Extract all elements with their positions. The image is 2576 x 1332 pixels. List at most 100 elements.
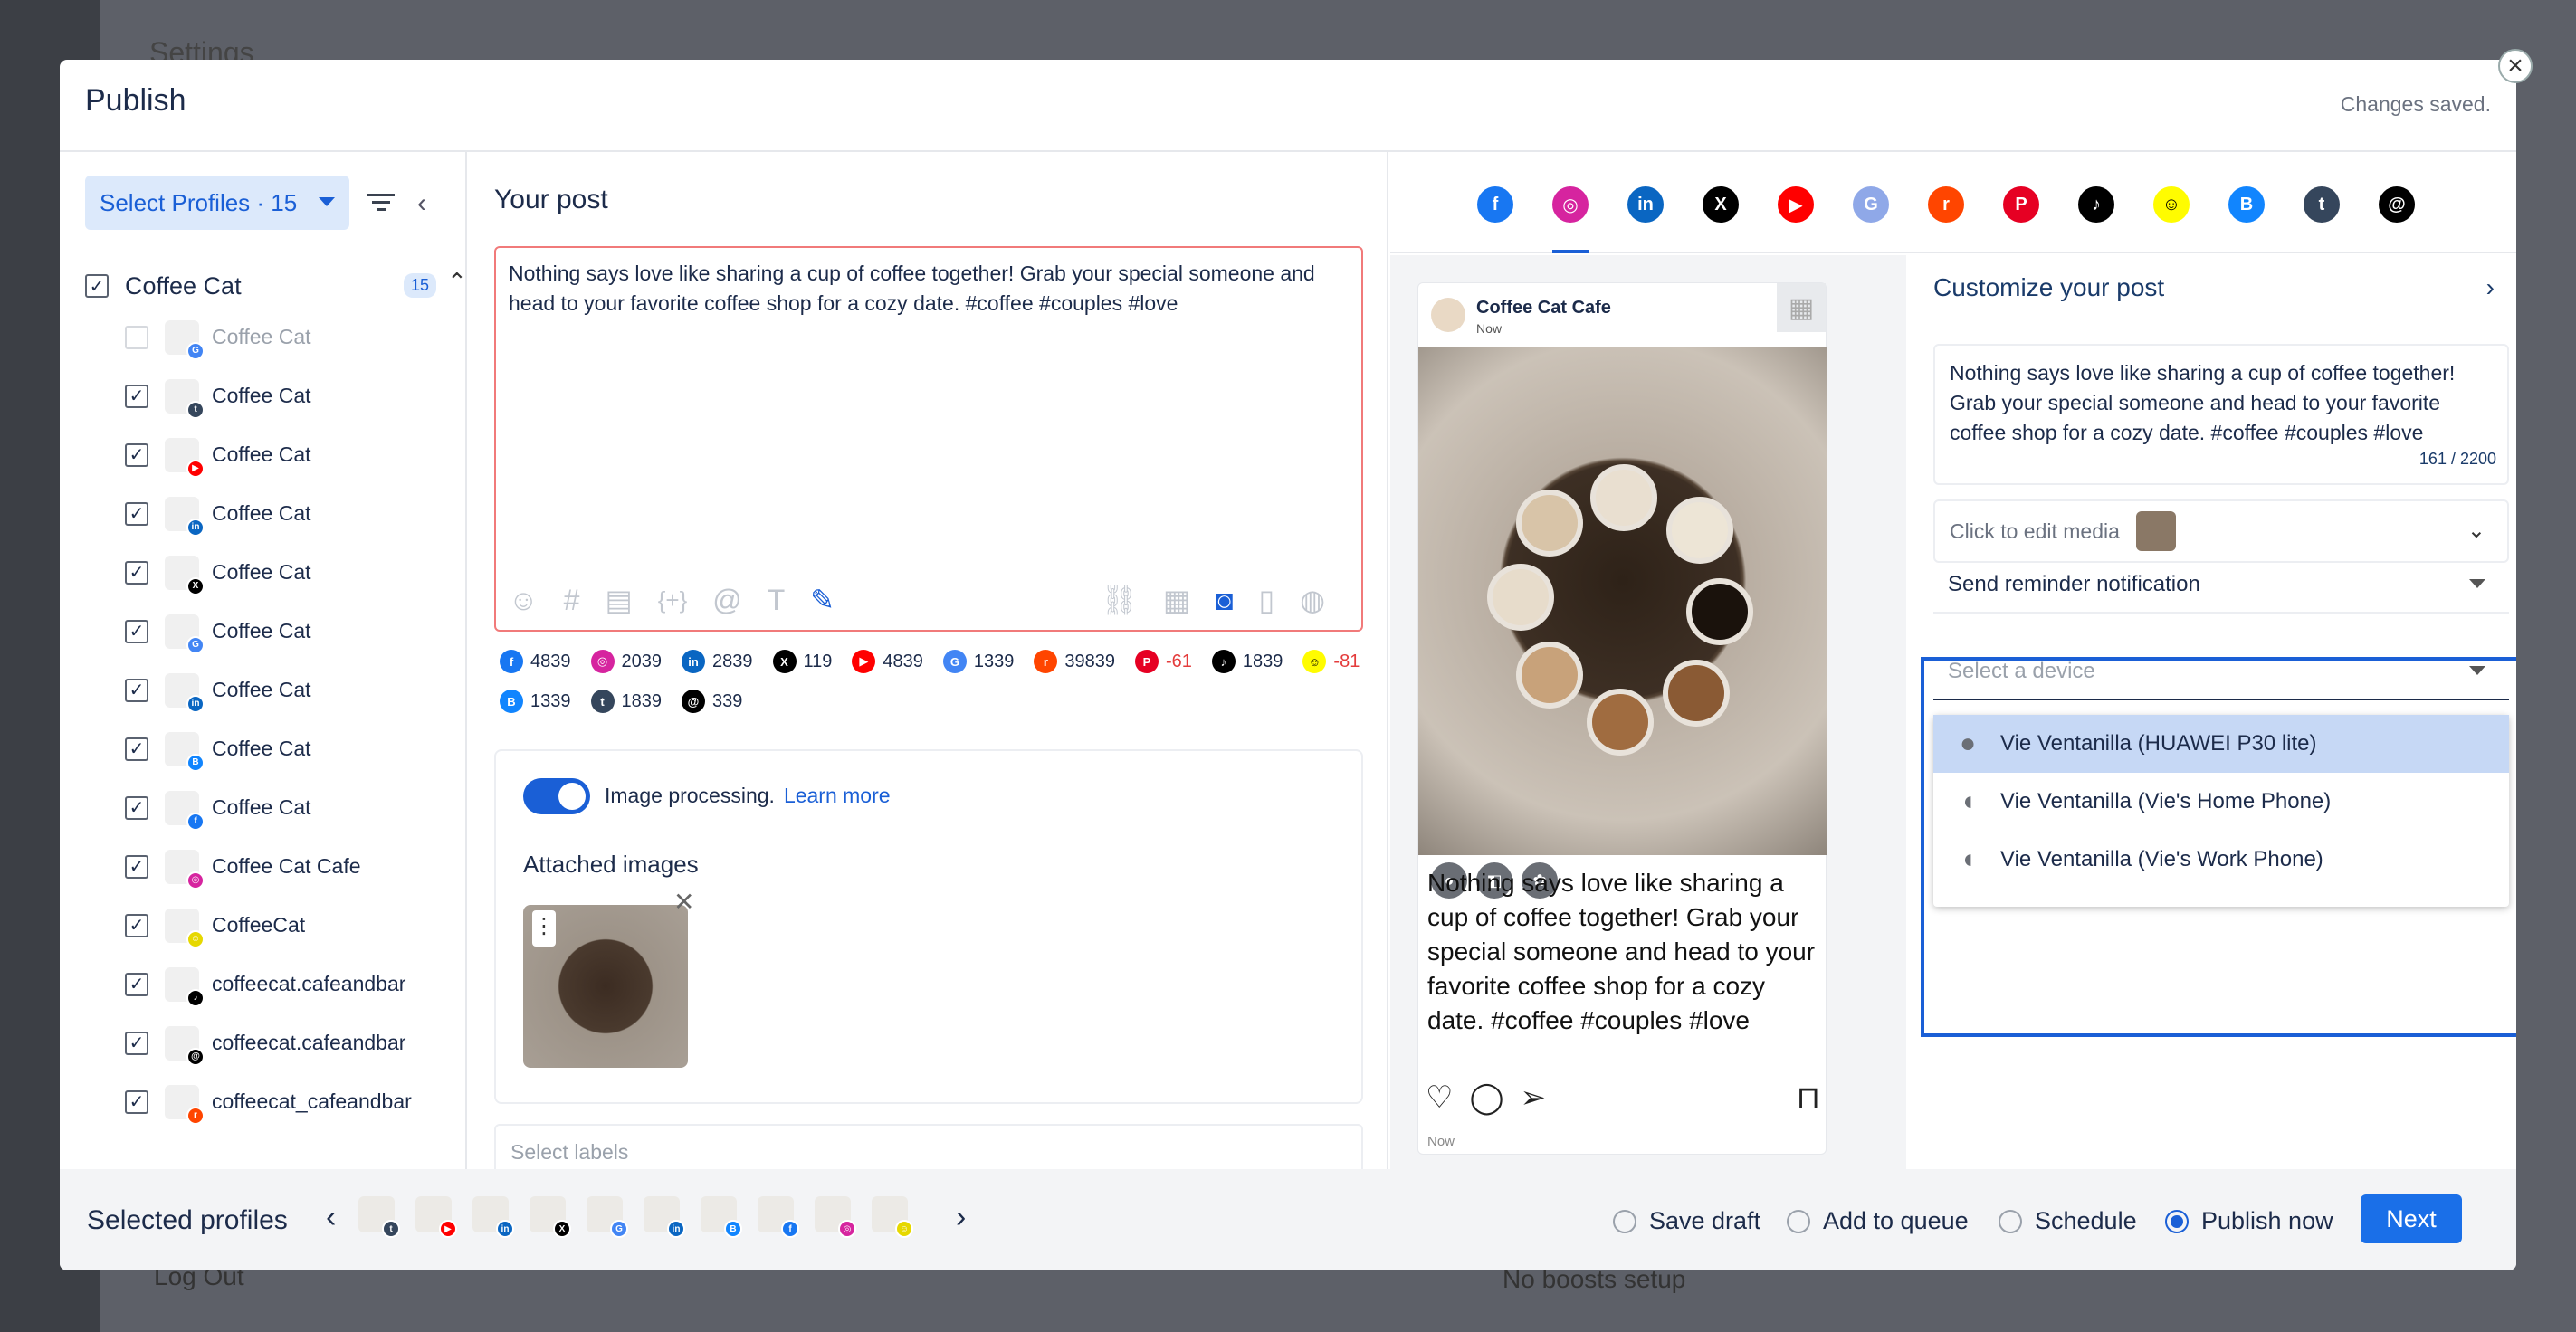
tab-x-icon[interactable]: X	[1703, 186, 1739, 223]
canva-icon[interactable]: ◍	[1300, 585, 1325, 615]
text-format-icon[interactable]: T	[768, 585, 786, 615]
chevron-right-icon[interactable]: ›	[956, 1200, 966, 1235]
profile-row[interactable]: ✓ ◎ Coffee Cat Cafe	[125, 837, 460, 896]
profile-row[interactable]: ✓ ☺ CoffeeCat	[125, 896, 460, 955]
profile-checkbox[interactable]: ✓	[125, 1089, 148, 1114]
profile-row[interactable]: ✓ G Coffee Cat	[125, 602, 460, 661]
variables-icon[interactable]: {+}	[658, 585, 688, 615]
profile-checkbox[interactable]: ✓	[125, 1031, 148, 1055]
hashtag-icon[interactable]: #	[564, 585, 580, 615]
profile-checkbox[interactable]: ✓	[125, 384, 148, 408]
selected-profile-avatar[interactable]: in	[472, 1196, 514, 1238]
custom-text[interactable]: Nothing says love like sharing a cup of …	[1950, 358, 2493, 448]
bookmark-icon: ⊓	[1796, 1080, 1820, 1115]
publish-option-radio[interactable]: Add to queue	[1787, 1207, 1969, 1235]
publish-option-radio[interactable]: Schedule	[1999, 1207, 2137, 1235]
count-value: 39839	[1064, 651, 1116, 671]
next-button[interactable]: Next	[2361, 1194, 2462, 1243]
profile-checkbox[interactable]: ✓	[125, 619, 148, 643]
chevron-left-icon[interactable]: ‹	[326, 1200, 336, 1235]
document-icon[interactable]: ▯	[1258, 585, 1274, 615]
tab-tiktok-icon[interactable]: ♪	[2078, 186, 2114, 223]
selected-profile-avatar[interactable]: ◎	[815, 1196, 856, 1238]
radio-circle[interactable]	[1787, 1209, 1810, 1233]
publish-option-radio[interactable]: Save draft	[1613, 1207, 1760, 1235]
profile-row[interactable]: ✓ r coffeecat_cafeandbar	[125, 1072, 460, 1131]
selected-profile-avatar[interactable]: f	[758, 1196, 799, 1238]
profile-checkbox[interactable]: ✓	[125, 678, 148, 702]
snippet-icon[interactable]: ▤	[605, 585, 632, 615]
highlight-box	[1921, 657, 2516, 1037]
preview-avatar	[1431, 298, 1465, 332]
selected-profile-avatar[interactable]: B	[701, 1196, 742, 1238]
selected-profile-avatar[interactable]: in	[644, 1196, 685, 1238]
publish-option-radio[interactable]: Publish now	[2165, 1207, 2333, 1235]
profile-row[interactable]: ✓ f Coffee Cat	[125, 778, 460, 837]
tab-tumblr-icon[interactable]: t	[2304, 186, 2340, 223]
post-editor[interactable]: Nothing says love like sharing a cup of …	[494, 246, 1363, 632]
profile-group[interactable]: ✓ Coffee Cat 15 ⌃	[85, 266, 467, 306]
group-checkbox[interactable]: ✓	[85, 274, 109, 298]
chevron-up-icon[interactable]: ⌃	[447, 268, 467, 296]
ai-wand-icon[interactable]: ✎	[810, 585, 835, 615]
profile-checkbox[interactable]: ✓	[125, 737, 148, 761]
selected-profile-avatar[interactable]: G	[587, 1196, 628, 1238]
filter-icon[interactable]	[367, 192, 395, 214]
tab-snapchat-icon[interactable]: ☺	[2153, 186, 2190, 223]
reminder-select[interactable]: Send reminder notification	[1933, 550, 2509, 614]
collapse-panel-icon[interactable]: ‹	[417, 188, 426, 219]
chevron-right-icon[interactable]: ›	[2486, 273, 2495, 302]
profile-row[interactable]: ✓ ▶ Coffee Cat	[125, 425, 460, 484]
profile-row[interactable]: ✓ in Coffee Cat	[125, 661, 460, 719]
tab-youtube-icon[interactable]: ▶	[1778, 186, 1814, 223]
image-processing-toggle[interactable]	[523, 778, 590, 814]
profile-name: coffeecat.cafeandbar	[212, 1031, 406, 1054]
tab-reddit-icon[interactable]: r	[1928, 186, 1964, 223]
tab-threads-icon[interactable]: @	[2379, 186, 2415, 223]
facebook-icon: f	[781, 1220, 799, 1238]
profile-row[interactable]: ✓ B Coffee Cat	[125, 719, 460, 778]
radio-circle[interactable]	[1613, 1209, 1636, 1233]
tab-instagram-icon[interactable]: ◎	[1552, 186, 1589, 223]
selected-profile-avatar[interactable]: X	[530, 1196, 571, 1238]
profile-row[interactable]: ✓ @ coffeecat.cafeandbar	[125, 1013, 460, 1072]
profile-checkbox[interactable]: ✓	[125, 560, 148, 585]
custom-text-box[interactable]: Nothing says love like sharing a cup of …	[1933, 344, 2509, 485]
gif-icon[interactable]: ▦	[1163, 585, 1190, 615]
mention-icon[interactable]: @	[712, 585, 741, 615]
camera-icon[interactable]: ◙	[1216, 585, 1233, 615]
profile-row[interactable]: ✓ ♪ coffeecat.cafeandbar	[125, 955, 460, 1013]
profile-checkbox[interactable]: ✓	[125, 913, 148, 937]
close-modal-button[interactable]: ×	[2498, 49, 2533, 83]
profile-row[interactable]: G Coffee Cat	[125, 308, 460, 366]
tab-pinterest-icon[interactable]: P	[2003, 186, 2039, 223]
radio-circle[interactable]	[1999, 1209, 2022, 1233]
tab-linkedin-icon[interactable]: in	[1627, 186, 1664, 223]
selected-profile-avatar[interactable]: t	[358, 1196, 400, 1238]
radio-circle[interactable]	[2165, 1209, 2189, 1233]
emoji-icon[interactable]: ☺	[509, 585, 539, 615]
remove-image-icon[interactable]: ✕	[673, 887, 694, 917]
profile-row[interactable]: ✓ in Coffee Cat	[125, 484, 460, 543]
active-tab-indicator	[1552, 250, 1589, 253]
profile-checkbox[interactable]: ✓	[125, 795, 148, 820]
profile-checkbox[interactable]	[125, 325, 148, 349]
tab-bluesky-icon[interactable]: B	[2228, 186, 2265, 223]
profile-checkbox[interactable]: ✓	[125, 442, 148, 467]
profile-row[interactable]: ✓ t Coffee Cat	[125, 366, 460, 425]
profile-checkbox[interactable]: ✓	[125, 972, 148, 996]
tab-google-business-icon[interactable]: G	[1853, 186, 1889, 223]
select-profiles-dropdown[interactable]: Select Profiles · 15	[85, 176, 349, 230]
profile-checkbox[interactable]: ✓	[125, 854, 148, 879]
grid-view-icon[interactable]: ▦	[1777, 283, 1826, 332]
profile-checkbox[interactable]: ✓	[125, 501, 148, 526]
tab-facebook-icon[interactable]: f	[1477, 186, 1513, 223]
selected-profile-avatar[interactable]: ▶	[415, 1196, 457, 1238]
selected-profile-avatar[interactable]: ☺	[872, 1196, 913, 1238]
learn-more-link[interactable]: Learn more	[784, 784, 891, 807]
threads-icon: @	[186, 1047, 205, 1066]
more-options-icon[interactable]: ⋮	[532, 910, 556, 947]
post-text[interactable]: Nothing says love like sharing a cup of …	[509, 259, 1349, 319]
profile-row[interactable]: ✓ X Coffee Cat	[125, 543, 460, 602]
link-icon[interactable]: ⛓	[1101, 585, 1138, 615]
